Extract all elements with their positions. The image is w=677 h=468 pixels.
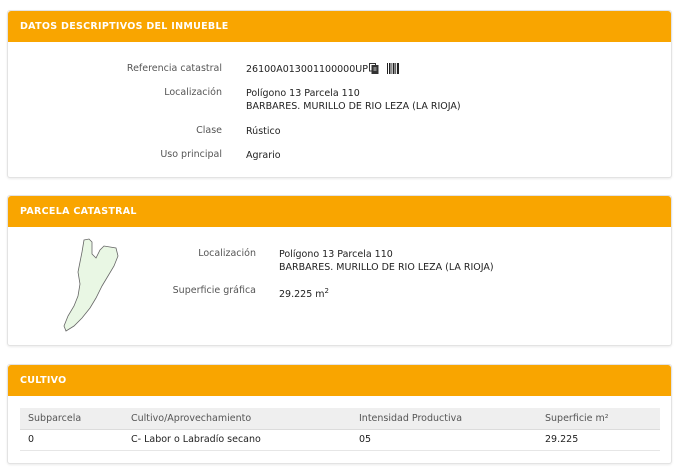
panel-title: PARCELA CATASTRAL — [8, 196, 671, 227]
superficie-grafica-value: 29.225 m2 — [279, 287, 329, 301]
uso-label: Uso principal — [160, 149, 222, 160]
superficie-grafica-label: Superficie gráfica — [172, 285, 256, 296]
table-header-row: Subparcela Cultivo/Aprovechamiento Inten… — [20, 408, 660, 430]
parcela-localizacion-line1: Polígono 13 Parcela 110 — [279, 249, 393, 260]
referencia-value-wrap: 26100A013001100000UP — [246, 63, 399, 76]
panel-parcela-catastral: PARCELA CATASTRAL Localización Polígono … — [7, 195, 672, 346]
parcela-localizacion-label: Localización — [198, 248, 256, 259]
cultivo-table: Subparcela Cultivo/Aprovechamiento Inten… — [20, 408, 660, 451]
uso-value: Agrario — [246, 150, 281, 161]
col-cultivo: Cultivo/Aprovechamiento — [123, 408, 351, 430]
clase-label: Clase — [196, 125, 222, 136]
localizacion-line2: BARBARES. MURILLO DE RIO LEZA (LA RIOJA) — [246, 101, 461, 112]
table-row: 0 C- Labor o Labradío secano 05 29.225 — [20, 429, 660, 451]
col-superficie: Superficie m² — [537, 408, 660, 430]
col-intensidad: Intensidad Productiva — [351, 408, 537, 430]
panel-datos-inmueble: DATOS DESCRIPTIVOS DEL INMUEBLE Referenc… — [7, 10, 672, 178]
cell-intensidad: 05 — [351, 429, 537, 451]
parcela-localizacion-line2: BARBARES. MURILLO DE RIO LEZA (LA RIOJA) — [279, 262, 494, 273]
barcode-icon[interactable] — [386, 63, 399, 74]
cell-subparcela: 0 — [20, 429, 123, 451]
col-subparcela: Subparcela — [20, 408, 123, 430]
clase-value: Rústico — [246, 126, 281, 137]
referencia-value[interactable]: 26100A013001100000UP — [246, 64, 368, 75]
parcel-shape — [63, 238, 119, 332]
cell-superficie: 29.225 — [537, 429, 660, 451]
referencia-label: Referencia catastral — [126, 63, 222, 74]
localizacion-line1: Polígono 13 Parcela 110 — [246, 88, 360, 99]
parcel-map-thumbnail[interactable] — [56, 236, 136, 336]
copy-icon[interactable] — [368, 63, 379, 74]
panel-cultivo: CULTIVO Subparcela Cultivo/Aprovechamien… — [7, 364, 672, 464]
cell-cultivo: C- Labor o Labradío secano — [123, 429, 351, 451]
localizacion-label: Localización — [164, 87, 222, 98]
panel-title: CULTIVO — [8, 365, 671, 396]
panel-title: DATOS DESCRIPTIVOS DEL INMUEBLE — [8, 11, 671, 42]
